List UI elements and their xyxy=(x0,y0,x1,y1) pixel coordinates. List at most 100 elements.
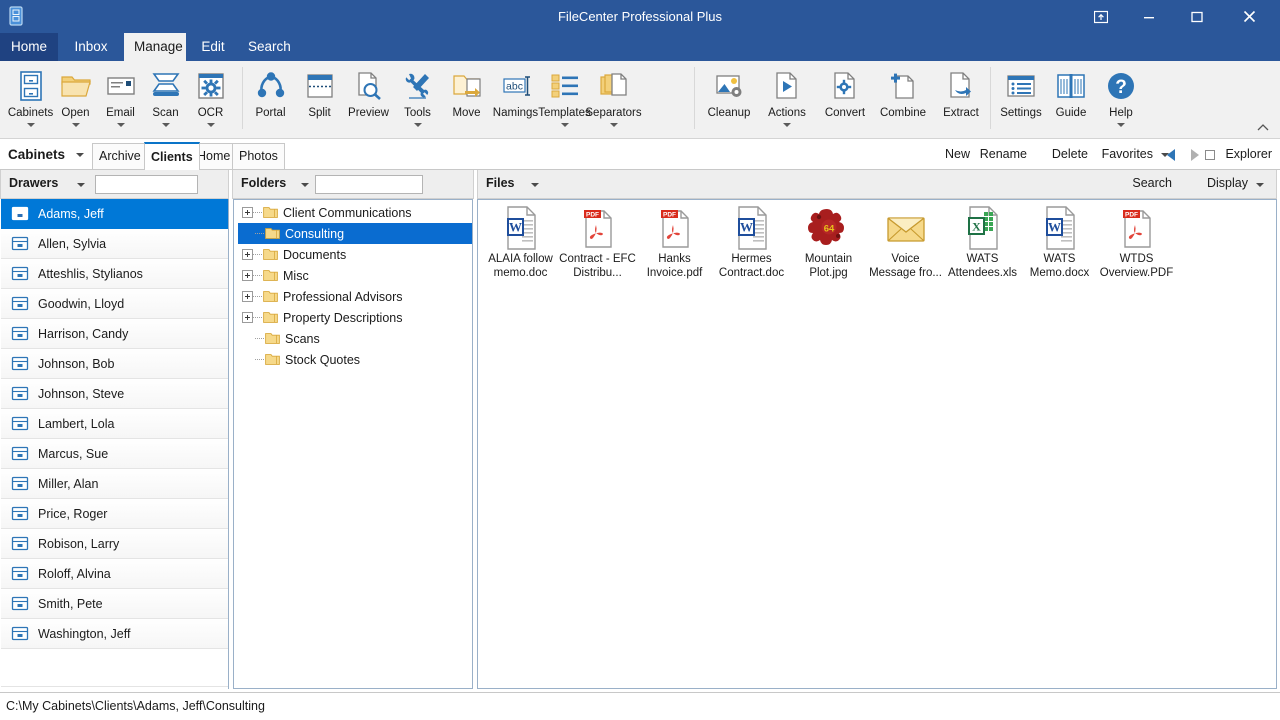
file-item[interactable]: 64Mountain Plot.jpg xyxy=(790,206,867,288)
ribbon-button-combine[interactable]: Combine xyxy=(874,63,932,135)
ribbon-button-tools[interactable]: Tools xyxy=(393,63,442,135)
files-dropdown-icon[interactable] xyxy=(531,183,539,187)
drawer-item[interactable]: Johnson, Steve xyxy=(1,379,228,409)
ribbon-button-preview[interactable]: Preview xyxy=(344,63,393,135)
files-display-dropdown-icon[interactable] xyxy=(1256,183,1264,187)
ribbon-button-open[interactable]: Open xyxy=(53,63,98,135)
explorer-checkbox[interactable] xyxy=(1205,150,1215,160)
drawer-item[interactable]: Lambert, Lola xyxy=(1,409,228,439)
chevron-down-icon[interactable] xyxy=(207,123,215,127)
file-item[interactable]: WWATS Memo.docx xyxy=(1021,206,1098,288)
ribbon-display-options-icon[interactable] xyxy=(1078,0,1124,33)
expand-plus-icon[interactable] xyxy=(242,312,253,323)
expand-plus-icon[interactable] xyxy=(242,270,253,281)
chevron-down-icon[interactable] xyxy=(27,123,35,127)
ribbon-button-email[interactable]: Email xyxy=(98,63,143,135)
drawer-item[interactable]: Miller, Alan xyxy=(1,469,228,499)
folders-pane[interactable]: Client CommunicationsConsultingDocuments… xyxy=(233,199,473,689)
drawer-item[interactable]: Roloff, Alvina xyxy=(1,559,228,589)
minimize-icon[interactable] xyxy=(1126,0,1172,33)
ribbon-button-cleanup[interactable]: Cleanup xyxy=(700,63,758,135)
file-item[interactable]: PDFContract - EFC Distribu... xyxy=(559,206,636,288)
ribbon-button-portal[interactable]: Portal xyxy=(246,63,295,135)
folder-tree-item-selected[interactable]: Consulting xyxy=(238,223,472,244)
chevron-down-icon[interactable] xyxy=(610,123,618,127)
new-button[interactable]: New xyxy=(945,140,970,169)
folder-tree-item[interactable]: Client Communications xyxy=(238,202,472,223)
expand-plus-icon[interactable] xyxy=(242,207,253,218)
ribbon-tab-inbox[interactable]: Inbox xyxy=(62,33,120,61)
drawer-item[interactable]: Harrison, Candy xyxy=(1,319,228,349)
chevron-up-icon[interactable] xyxy=(1254,118,1272,136)
ribbon-tab-edit[interactable]: Edit xyxy=(190,33,236,61)
folder-tree-item[interactable]: Documents xyxy=(238,244,472,265)
drawer-item[interactable]: Robison, Larry xyxy=(1,529,228,559)
drawer-item[interactable]: Washington, Jeff xyxy=(1,619,228,649)
chevron-down-icon[interactable] xyxy=(783,123,791,127)
chevron-down-icon[interactable] xyxy=(414,123,422,127)
drawer-item[interactable]: Johnson, Bob xyxy=(1,349,228,379)
drawer-item[interactable]: Goodwin, Lloyd xyxy=(1,289,228,319)
favorites-button[interactable]: Favorites xyxy=(1102,140,1153,169)
ribbon-button-separators[interactable]: Separators xyxy=(589,63,638,135)
ribbon-button-settings[interactable]: Settings xyxy=(996,63,1046,135)
ribbon-button-convert[interactable]: Convert xyxy=(816,63,874,135)
file-item[interactable]: PDFHanks Invoice.pdf xyxy=(636,206,713,288)
folder-tree-item[interactable]: Scans xyxy=(238,328,472,349)
cabinet-tab-archive[interactable]: Archive xyxy=(92,143,148,169)
nav-forward-icon[interactable] xyxy=(1191,149,1199,161)
files-search-button[interactable]: Search xyxy=(1132,170,1172,197)
drawer-item[interactable]: Atteshlis, Stylianos xyxy=(1,259,228,289)
drawer-item-selected[interactable]: Adams, Jeff xyxy=(1,199,228,229)
cabinet-tab-photos[interactable]: Photos xyxy=(232,143,285,169)
folder-tree-item[interactable]: Property Descriptions xyxy=(238,307,472,328)
ribbon-button-ocr[interactable]: OCR xyxy=(188,63,233,135)
ribbon-button-move[interactable]: Move xyxy=(442,63,491,135)
chevron-down-icon[interactable] xyxy=(72,123,80,127)
rename-button[interactable]: Rename xyxy=(980,140,1027,169)
cabinet-tab-clients[interactable]: Clients xyxy=(144,142,200,170)
ribbon-tab-home[interactable]: Home xyxy=(0,33,58,61)
drawer-item[interactable]: Price, Roger xyxy=(1,499,228,529)
chevron-down-icon[interactable] xyxy=(1117,123,1125,127)
expand-plus-icon[interactable] xyxy=(242,249,253,260)
ribbon-button-actions[interactable]: Actions xyxy=(758,63,816,135)
drawers-dropdown-icon[interactable] xyxy=(77,183,85,187)
explorer-label[interactable]: Explorer xyxy=(1225,140,1272,169)
delete-button[interactable]: Delete xyxy=(1052,140,1088,169)
drawer-item[interactable]: Allen, Sylvia xyxy=(1,229,228,259)
folder-tree-item[interactable]: Professional Advisors xyxy=(238,286,472,307)
drawer-item[interactable]: Smith, Pete xyxy=(1,589,228,619)
drawers-pane[interactable]: Adams, JeffAllen, SylviaAtteshlis, Styli… xyxy=(0,199,229,689)
ribbon-button-templates[interactable]: Templates xyxy=(540,63,589,135)
files-display-button[interactable]: Display xyxy=(1207,170,1248,197)
files-pane[interactable]: WALAIA follow memo.docPDFContract - EFC … xyxy=(477,199,1277,689)
file-item[interactable]: XWATS Attendees.xls xyxy=(944,206,1021,288)
file-item[interactable]: WALAIA follow memo.doc xyxy=(482,206,559,288)
ribbon-button-help[interactable]: ?Help xyxy=(1096,63,1146,135)
nav-back-icon[interactable] xyxy=(1167,149,1175,161)
ribbon-button-extract[interactable]: Extract xyxy=(932,63,990,135)
chevron-down-icon[interactable] xyxy=(117,123,125,127)
folders-dropdown-icon[interactable] xyxy=(301,183,309,187)
ribbon-button-scan[interactable]: Scan xyxy=(143,63,188,135)
file-item[interactable]: PDFWTDS Overview.PDF xyxy=(1098,206,1175,288)
ribbon-tab-manage[interactable]: Manage xyxy=(124,33,186,61)
ribbon-tab-search[interactable]: Search xyxy=(238,33,300,61)
ribbon-button-split[interactable]: Split xyxy=(295,63,344,135)
expand-plus-icon[interactable] xyxy=(242,291,253,302)
drawer-item[interactable]: Marcus, Sue xyxy=(1,439,228,469)
chevron-down-icon[interactable] xyxy=(76,153,84,157)
close-icon[interactable] xyxy=(1226,0,1272,33)
ribbon-button-cabinets[interactable]: Cabinets xyxy=(8,63,53,135)
folder-tree-item[interactable]: Misc xyxy=(238,265,472,286)
file-item[interactable]: Voice Message fro... xyxy=(867,206,944,288)
file-item[interactable]: WHermes Contract.doc xyxy=(713,206,790,288)
chevron-down-icon[interactable] xyxy=(162,123,170,127)
folder-tree-item[interactable]: Stock Quotes xyxy=(238,349,472,370)
ribbon-button-guide[interactable]: Guide xyxy=(1046,63,1096,135)
folders-search-input[interactable] xyxy=(315,175,423,194)
chevron-down-icon[interactable] xyxy=(561,123,569,127)
drawers-search-input[interactable] xyxy=(95,175,198,194)
maximize-icon[interactable] xyxy=(1174,0,1220,33)
